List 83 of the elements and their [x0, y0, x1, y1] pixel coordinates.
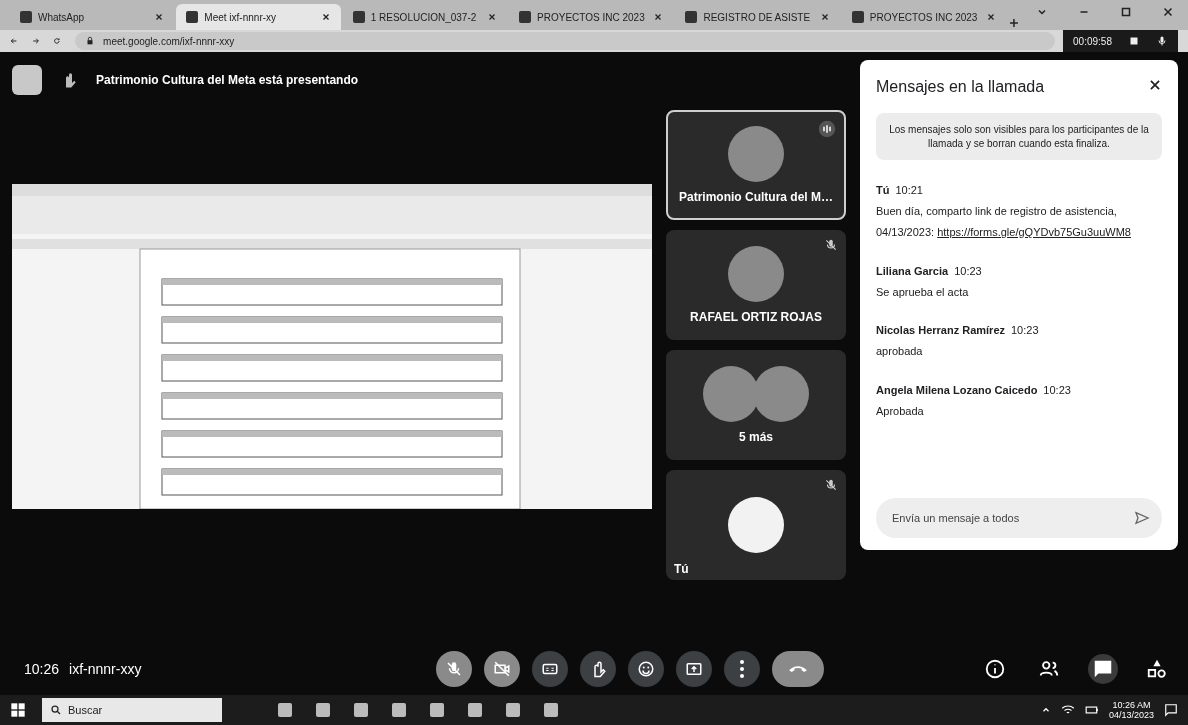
message-sender: Tú	[876, 184, 890, 196]
message-text: Buen día, comparto link de registro de asistencia, 04/13/2023: https://forms.gle/gQYDvb75Gu3uuWM8	[876, 203, 1132, 240]
avatar-placeholder	[753, 366, 809, 422]
close-icon[interactable]	[1162, 6, 1175, 18]
participant-name: RAFAEL ORTIZ ROJAS	[690, 310, 822, 324]
microphone-icon[interactable]	[1156, 35, 1168, 47]
message-time: 10:21	[895, 184, 923, 196]
message-link[interactable]: https://forms.gle/gQYDvb75Gu3uuWM8	[937, 225, 1131, 238]
activities-icon	[1146, 658, 1168, 680]
taskbar-search-field[interactable]: Buscar	[42, 698, 222, 722]
notification-icon[interactable]	[1164, 703, 1178, 717]
hang-up-icon	[789, 665, 807, 673]
info-icon	[984, 658, 1006, 680]
windows-start-icon[interactable]	[10, 702, 26, 718]
browser-tab[interactable]: REGISTRO DE ASISTE	[675, 4, 840, 30]
chat-button[interactable]	[1088, 654, 1118, 684]
message-time: 10:23	[1011, 324, 1039, 337]
stop-icon[interactable]	[1128, 35, 1140, 47]
present-stop-button[interactable]	[12, 65, 42, 95]
camera-off-icon	[493, 660, 511, 678]
taskbar-date: 04/13/2023	[1108, 710, 1154, 720]
meeting-time: 10:26	[24, 661, 60, 677]
close-icon[interactable]	[986, 12, 997, 22]
meeting-code: ixf-nnnr-xxy	[69, 661, 142, 677]
present-icon	[685, 660, 703, 678]
tab-favicon-icon	[20, 11, 32, 23]
message-sender: Nicolas Herranz Ramírez	[876, 324, 1005, 337]
emoji-button[interactable]	[628, 651, 664, 687]
message-time: 10:23	[954, 264, 982, 277]
browser-tab[interactable]: 1 RESOLUCION_037-2	[342, 4, 508, 30]
send-icon[interactable]	[1134, 510, 1150, 526]
mic-off-icon	[824, 238, 838, 252]
message-text: aprobada	[876, 344, 924, 360]
mic-off-button[interactable]	[436, 651, 472, 687]
emoji-icon	[637, 660, 655, 678]
message-text: Se aprueba el acta	[876, 284, 970, 300]
mic-off-icon	[824, 478, 838, 492]
info-notice: Los mensajes solo son visibles para los participantes de la llamada y se borran cuando esta finaliza.	[876, 113, 1162, 160]
browser-tab[interactable]: WhatsApp	[10, 4, 175, 30]
tab-favicon-icon	[352, 11, 365, 23]
present-button[interactable]	[676, 651, 712, 687]
message-input-field[interactable]: Envía un mensaje a todos	[876, 498, 1162, 538]
hang-up-button[interactable]	[772, 651, 824, 687]
browser-tab[interactable]: PROYECTOS INC 2023	[509, 4, 674, 30]
close-icon	[1148, 78, 1162, 92]
message-sender: Angela Milena Lozano Caicedo	[876, 384, 1038, 397]
close-icon[interactable]	[320, 12, 331, 22]
new-tab-icon[interactable]	[1008, 16, 1021, 30]
tab-favicon-icon	[851, 11, 864, 23]
participant-name: 5 más	[739, 430, 773, 444]
message-text: Aprobada	[876, 404, 925, 420]
logo-avatar	[728, 497, 784, 553]
avatar-placeholder	[728, 126, 784, 182]
tab-favicon-icon	[186, 11, 199, 23]
message-sender: Liliana Garcia	[876, 264, 949, 277]
audio-level-icon	[818, 120, 836, 138]
more-button[interactable]	[724, 651, 760, 687]
avatar-placeholder	[728, 246, 784, 302]
maximize-icon[interactable]	[1120, 6, 1133, 18]
browser-tab[interactable]: Meet ixf-nnnr-xy	[176, 4, 341, 30]
mic-off-icon	[445, 660, 463, 678]
close-icon[interactable]	[819, 12, 830, 22]
captions-button[interactable]	[532, 651, 568, 687]
tab-favicon-icon	[519, 11, 532, 23]
participant-name: Tú	[674, 562, 689, 576]
address-field[interactable]: meet.google.com/ixf-nnnr-xxy	[75, 32, 1056, 50]
close-icon[interactable]	[487, 12, 498, 22]
presenting-label: Patrimonio Cultura del Meta está presentando	[96, 73, 359, 87]
browser-tab[interactable]: PROYECTOS INC 2023	[841, 4, 1007, 30]
taskbar-time: 10:26 AM	[1112, 700, 1151, 710]
search-icon	[50, 704, 62, 716]
participant-name: Patrimonio Cultura del M…	[679, 190, 833, 204]
message-time: 10:23	[1043, 384, 1071, 397]
camera-off-button[interactable]	[484, 651, 520, 687]
panel-title: Mensajes en la llamada	[876, 77, 1045, 96]
battery-icon[interactable]	[1084, 703, 1099, 717]
recording-timer: 00:09:58	[1073, 35, 1112, 47]
tab-favicon-icon	[685, 11, 698, 23]
hand-button[interactable]	[580, 651, 616, 687]
more-icon	[740, 660, 744, 678]
lock-icon	[85, 36, 96, 46]
close-icon[interactable]	[653, 12, 664, 22]
close-icon[interactable]	[154, 12, 165, 22]
